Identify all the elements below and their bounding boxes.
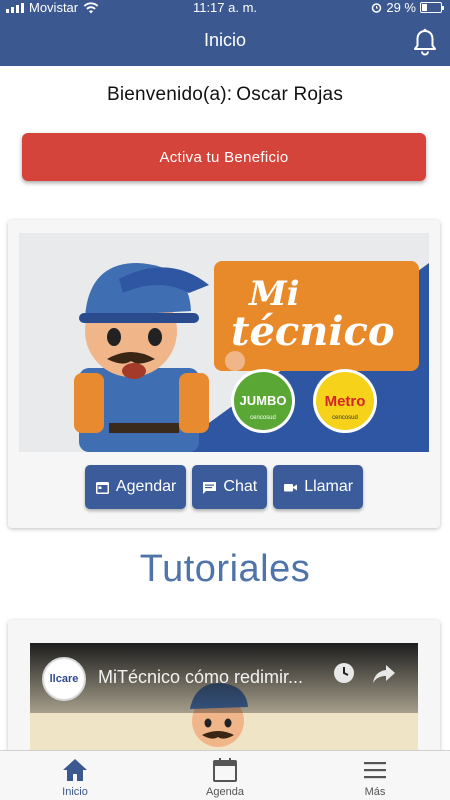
calendar-icon: [95, 481, 109, 494]
welcome-prefix: Bienvenido(a):: [106, 84, 233, 105]
tab-agenda-label: Agenda: [206, 786, 244, 798]
status-bar: Movistar 11:17 a. m. 29 %: [0, 0, 450, 16]
mitecnico-card: Mi técnico JUMBO cencosud Metro cencosud…: [8, 220, 440, 528]
brand-jumbo-sub: cencosud: [250, 415, 276, 421]
mitecnico-banner: Mi técnico JUMBO cencosud Metro cencosud: [19, 233, 429, 452]
calendar-icon: [213, 758, 237, 782]
schedule-label: Agendar: [115, 478, 177, 495]
chat-button[interactable]: Chat: [192, 465, 268, 509]
home-icon: [63, 759, 87, 781]
brand-jumbo: JUMBO: [240, 393, 287, 408]
brand-metro-sub: cencosud: [332, 415, 358, 421]
tutorial-video[interactable]: llcare MiTécnico cómo redimir...: [30, 643, 418, 760]
call-label: Llamar: [304, 478, 354, 495]
welcome-message: Bienvenido(a): Oscar Rojas: [0, 84, 450, 106]
share-icon[interactable]: [372, 663, 396, 685]
tutorials-heading: Tutoriales: [139, 548, 311, 590]
tab-agenda[interactable]: Agenda: [150, 751, 300, 800]
alarm-icon: [372, 3, 382, 13]
tab-mas[interactable]: Más: [300, 751, 450, 800]
banner-illustration: Mi técnico JUMBO cencosud Metro cencosud: [74, 261, 429, 452]
menu-icon: [364, 762, 386, 779]
action-buttons: Agendar Chat Llamar: [8, 465, 440, 509]
user-name: Oscar Rojas: [236, 84, 344, 105]
tab-mas-label: Más: [364, 786, 386, 798]
call-button[interactable]: Llamar: [273, 465, 364, 509]
watch-later-icon[interactable]: [332, 661, 356, 685]
video-camera-icon: [284, 483, 298, 491]
logo-tecnico: técnico: [231, 308, 395, 355]
activate-benefit-button[interactable]: Activa tu Beneficio: [22, 133, 426, 181]
tab-inicio[interactable]: Inicio: [0, 751, 150, 800]
chat-label: Chat: [223, 478, 258, 495]
chat-icon: [203, 481, 217, 494]
channel-logo: llcare: [42, 657, 86, 701]
brand-metro: Metro: [325, 393, 366, 410]
page-title: Inicio: [203, 30, 247, 50]
tab-inicio-label: Inicio: [62, 786, 88, 798]
bell-icon[interactable]: [412, 28, 438, 56]
video-title: MiTécnico cómo redimir...: [98, 667, 304, 687]
battery-percent: 29 %: [386, 0, 416, 15]
video-card: llcare MiTécnico cómo redimir...: [8, 620, 440, 760]
top-bar: Movistar 11:17 a. m. 29 % Inicio: [0, 0, 450, 66]
schedule-button[interactable]: Agendar: [84, 465, 187, 509]
battery-icon: [420, 2, 444, 13]
tab-bar: Inicio Agenda Más: [0, 750, 450, 800]
